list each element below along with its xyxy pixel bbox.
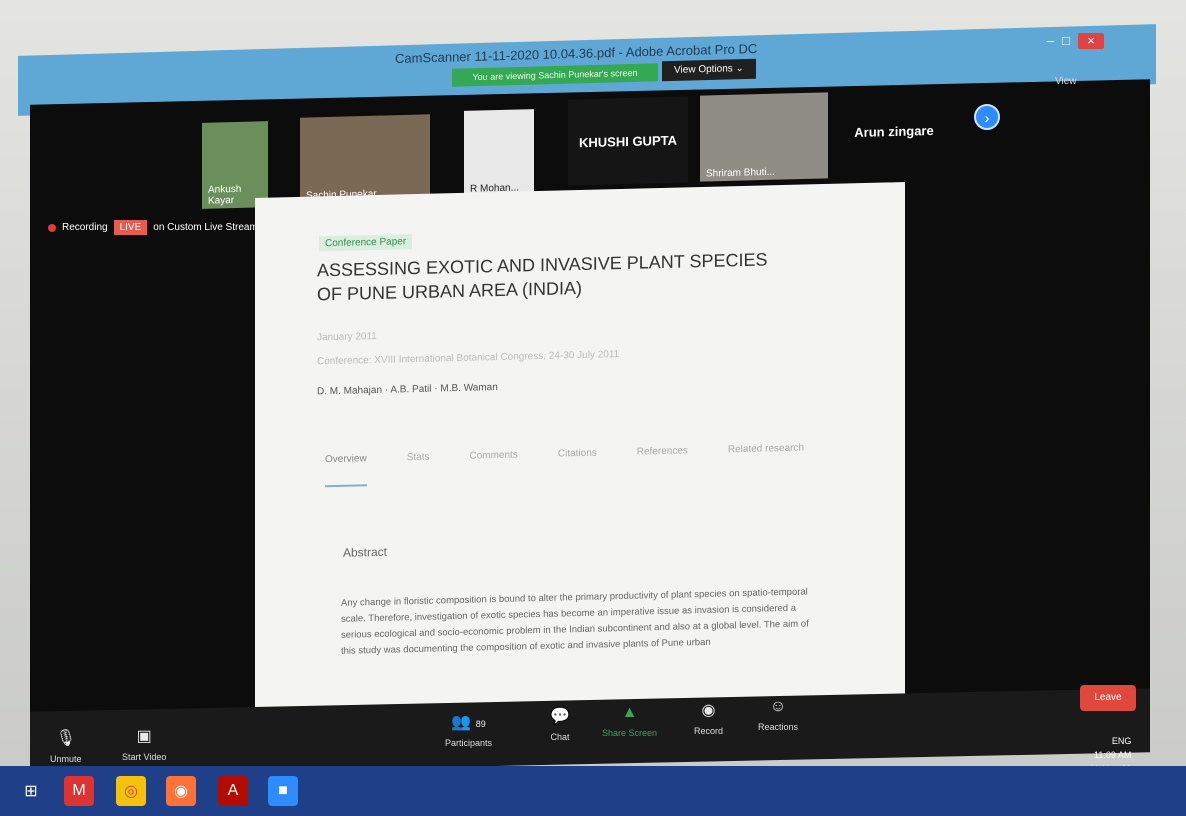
minimize-button[interactable]: – [1047, 33, 1054, 49]
share-screen-icon: ▲ [621, 704, 638, 721]
microphone-muted-icon: 🎙 [55, 730, 76, 747]
conference-line: Conference: XVIII International Botanica… [317, 349, 620, 368]
live-badge: LIVE [113, 220, 148, 235]
record-icon: ◉ [701, 702, 716, 719]
participants-icon: 👥 89 [451, 714, 486, 731]
shared-document: Conference Paper ASSESSING EXOTIC AND IN… [255, 182, 905, 722]
window-controls: – □ × [1047, 33, 1104, 49]
unmute-button[interactable]: 🎙 Unmute [50, 728, 82, 764]
tab-comments[interactable]: Comments [469, 450, 517, 484]
video-off-icon: ▣ [136, 728, 152, 745]
clock-time[interactable]: 11:09 AM [1090, 748, 1131, 762]
participants-button[interactable]: 👥 89 Participants [445, 712, 492, 748]
participant-tile[interactable]: Sachin Punekar [300, 114, 430, 204]
document-date: January 2011 [317, 330, 377, 344]
leave-button[interactable]: Leave [1080, 685, 1136, 711]
record-button[interactable]: ◉ Record [694, 700, 723, 736]
windows-start-icon[interactable]: ⊞ [16, 776, 46, 806]
document-tabs: Overview Stats Comments Citations Refere… [325, 443, 804, 488]
language-indicator[interactable]: ENG [1090, 734, 1132, 748]
tab-overview[interactable]: Overview [325, 453, 367, 488]
next-page-icon[interactable]: › [974, 104, 1000, 130]
app-m-icon[interactable]: M [64, 776, 94, 806]
record-dot-icon [48, 223, 56, 232]
zoom-icon[interactable]: ■ [268, 776, 298, 806]
abstract-text: Any change in floristic composition is b… [341, 586, 809, 657]
view-button[interactable]: View [1055, 76, 1077, 87]
tab-citations[interactable]: Citations [558, 448, 597, 482]
participant-tile[interactable]: KHUSHI GUPTA [568, 96, 688, 186]
reactions-button[interactable]: ☺ Reactions [758, 698, 798, 732]
close-button[interactable]: × [1078, 33, 1104, 49]
chat-icon: 💬 [550, 708, 570, 725]
abstract-heading: Abstract [343, 544, 388, 560]
firefox-icon[interactable]: ◉ [166, 776, 196, 806]
share-screen-button[interactable]: ▲ Share Screen [602, 704, 657, 738]
document-title: ASSESSING EXOTIC AND INVASIVE PLANT SPEC… [317, 249, 768, 305]
participant-tile[interactable]: Arun zingare [834, 86, 954, 175]
tab-stats[interactable]: Stats [407, 452, 430, 486]
participant-tile[interactable]: Shriram Bhuti... [700, 92, 828, 182]
acrobat-icon[interactable]: A [218, 776, 248, 806]
chrome-icon[interactable]: ◎ [116, 776, 146, 806]
chat-button[interactable]: 💬 Chat [550, 706, 570, 742]
doc-type-chip: Conference Paper [319, 234, 413, 252]
participant-tile[interactable]: Ankush Kayar [202, 121, 268, 209]
view-options-button[interactable]: View Options ⌄ [662, 58, 756, 82]
tab-references[interactable]: References [637, 445, 688, 479]
start-video-button[interactable]: ▣ Start Video [122, 726, 166, 762]
authors: D. M. Mahajan · A.B. Patil · M.B. Waman [317, 382, 498, 398]
participant-tile[interactable]: R Mohan... [464, 109, 534, 197]
tab-related-research[interactable]: Related research [728, 443, 804, 478]
maximize-button[interactable]: □ [1062, 33, 1070, 49]
reactions-icon: ☺ [769, 698, 787, 715]
